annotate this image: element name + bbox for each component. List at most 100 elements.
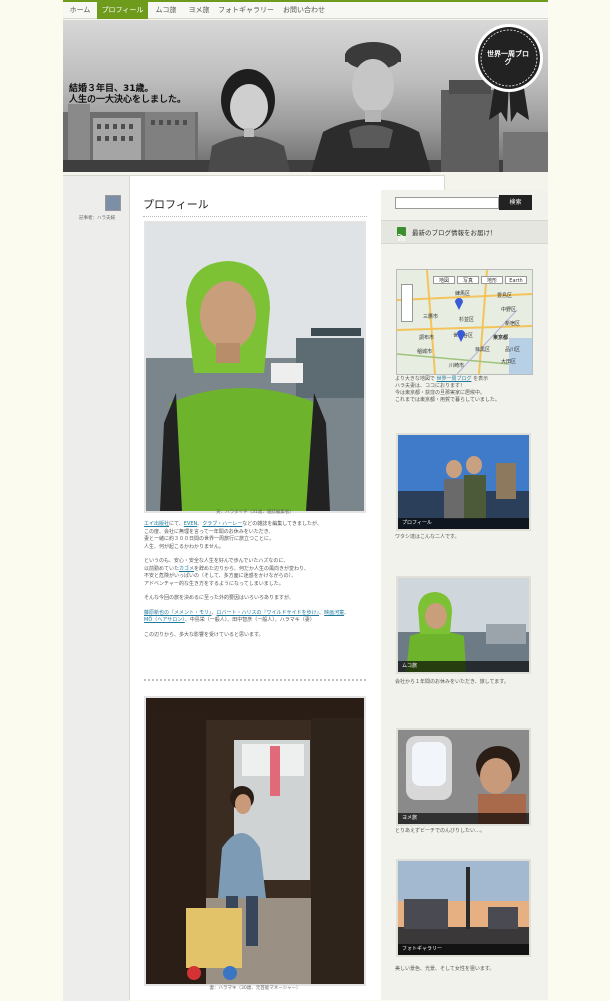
author-label: 記事者：ハラ夫婦 bbox=[79, 216, 115, 221]
map-label: 新宿区 bbox=[505, 321, 521, 327]
wife-photo-image bbox=[146, 698, 364, 984]
right-sidebar: 検索 最新のブログ情報をお届け！ 地図 写真 地形 Earth 練馬区 豊島区 … bbox=[381, 190, 548, 1000]
map-zoom-control[interactable] bbox=[401, 284, 413, 322]
rss-subscribe-bar[interactable]: 最新のブログ情報をお届け！ bbox=[381, 220, 548, 244]
map-tab-photo[interactable]: 写真 bbox=[457, 276, 479, 284]
tagline-line-1: 結婚３年目、31歳。 bbox=[69, 84, 154, 94]
man-photo bbox=[311, 42, 431, 172]
location-map[interactable]: 地図 写真 地形 Earth 練馬区 豊島区 中野区 三鷹市 杉並区 新宿区 世… bbox=[396, 269, 533, 375]
yome-tabi-thumb[interactable]: ヨメ旅 bbox=[396, 728, 531, 826]
text-fragment: などの雑誌を編集してきましたが、 bbox=[242, 521, 322, 527]
paragraph-4: 藤原新也の『メメント・モリ』、ロバート・ハリスの『ワイルドサイドを歩け』、映画河… bbox=[144, 610, 366, 625]
global-nav: ホーム プロフィール ムコ旅 ヨメ旅 フォトギャラリー お問い合わせ bbox=[63, 0, 548, 19]
husband-photo bbox=[144, 221, 366, 513]
header-banner[interactable]: 結婚３年目、31歳。 人生の一大決心をしました。 世界一周ブログ bbox=[63, 20, 548, 172]
profile-thumb[interactable]: プロフィール bbox=[396, 433, 531, 531]
text-line: 今は東京都・荻窪の旦那実家に居候中。 bbox=[395, 390, 486, 396]
nav-muko-tabi[interactable]: ムコ旅 bbox=[151, 2, 181, 19]
nav-contact[interactable]: お問い合わせ bbox=[279, 2, 329, 19]
photo-gallery-thumb-image bbox=[398, 861, 529, 955]
paragraph-1: エイ出版社にて、EVEN、クラブ・ハーレーなどの雑誌を編集してきましたが、 この… bbox=[144, 521, 366, 551]
rss-icon bbox=[397, 227, 406, 242]
text-line: アドベンチャー的な生き方をするようになってしまいました。 bbox=[144, 580, 284, 587]
left-meta-column: 記事者：ハラ夫婦 bbox=[63, 175, 129, 1001]
text-fragment: にて、 bbox=[169, 521, 184, 527]
profile-body: エイ出版社にて、EVEN 、 クラブ・ハーレーなどの雑誌を編集してきましたが、 この… bbox=[144, 521, 366, 639]
link-kagome[interactable]: カゴメ bbox=[179, 566, 194, 572]
link-even[interactable]: EVEN bbox=[184, 521, 197, 527]
link-ei-publishing[interactable]: エイ出版社 bbox=[144, 521, 169, 527]
thumb-caption: とりあえずビーチでのんびりしたい…。 bbox=[395, 828, 486, 834]
text-fragment: 以前勤めていた bbox=[144, 565, 180, 572]
text-fragment: 、中島栄（一般人）、田中智彦（一般人）、ハラマキ（妻） bbox=[184, 617, 315, 623]
map-tab-earth[interactable]: Earth bbox=[505, 276, 527, 284]
husband-photo-image bbox=[146, 223, 364, 511]
search-input[interactable] bbox=[395, 197, 499, 209]
link-club-harley[interactable]: クラブ・ハーレー bbox=[202, 521, 242, 527]
search-button[interactable]: 検索 bbox=[499, 195, 532, 210]
nav-home[interactable]: ホーム bbox=[65, 2, 95, 19]
nav-photo-gallery[interactable]: フォトギャラリー bbox=[217, 2, 275, 19]
thumb-caption: ワタシ達はこんな二人です。 bbox=[395, 534, 460, 540]
author-avatar bbox=[105, 195, 121, 211]
header-tagline: 結婚３年目、31歳。 人生の一大決心をしました。 bbox=[69, 84, 186, 106]
text-line: これまでは東京都・用賀で暮らしていました。 bbox=[395, 397, 500, 403]
text-line: というのも、安心・安全な人生を好んで歩んでいたハズなのに、 bbox=[144, 558, 289, 564]
thumb-label: ヨメ旅 bbox=[398, 813, 529, 824]
map-label: 目黒区 bbox=[475, 347, 491, 353]
thumb-label: プロフィール bbox=[398, 518, 529, 529]
text-line: 妻と一緒に約３００日間の世界一周旅行に旅立つことに。 bbox=[144, 536, 275, 542]
text-fragment: より大きな地図で bbox=[395, 376, 437, 382]
yome-tabi-thumb-image bbox=[398, 730, 529, 824]
text-fragment: を辞めた辺りから、何だか人生の風向きが変わり、 bbox=[194, 565, 309, 572]
husband-photo-caption: 夫：ハラダイチ（31歳、雑誌編集者） bbox=[216, 510, 294, 515]
rss-label: 最新のブログ情報をお届け！ bbox=[412, 229, 497, 237]
map-label: 大田区 bbox=[501, 359, 517, 365]
link-wild-side[interactable]: ロバート・ハリスの『ワイルドサイドを歩け』 bbox=[217, 610, 320, 616]
text-line: 不安と危険がいっぱいの（そして、多方面に迷惑をかけながらの）、 bbox=[144, 573, 297, 579]
text-fragment: を表示 bbox=[471, 376, 489, 382]
map-label: 杉並区 bbox=[459, 317, 475, 323]
text-line: 人生、何が起こるかわかりません。 bbox=[144, 543, 224, 550]
tagline-line-2: 人生の一大決心をしました。 bbox=[69, 95, 187, 105]
map-label: 品川区 bbox=[505, 347, 521, 353]
text-line: ハラ夫妻は、ココにおります！ bbox=[395, 383, 466, 389]
wife-photo bbox=[144, 696, 366, 986]
muko-tabi-thumb-image bbox=[398, 578, 529, 672]
paragraph-3: そんな今回の旅を決めるに至った外的要因はいろいろありますが、 bbox=[144, 595, 294, 601]
logo-title: 世界一周ブログ bbox=[487, 50, 529, 66]
nav-profile[interactable]: プロフィール bbox=[97, 2, 148, 19]
rss-icon-glyph bbox=[397, 234, 405, 242]
map-marker-icon[interactable] bbox=[457, 330, 465, 342]
map-tab-terrain[interactable]: 地形 bbox=[481, 276, 503, 284]
muko-tabi-thumb[interactable]: ムコ旅 bbox=[396, 576, 531, 674]
link-eiga-kappa[interactable]: 映画河童 bbox=[324, 610, 344, 616]
link-larger-map[interactable]: 世界一周ブログ bbox=[437, 376, 472, 382]
map-label: 中野区 bbox=[501, 307, 517, 313]
wife-photo-caption: 妻：ハラマキ（30歳、元芸能マネージャー） bbox=[209, 986, 301, 991]
paragraph-2: というのも、安心・安全な人生を好んで歩んでいたハズなのに、 以前勤めていたカゴメ… bbox=[144, 558, 366, 588]
page-title: プロフィール bbox=[143, 196, 367, 217]
map-tab-map[interactable]: 地図 bbox=[433, 276, 455, 284]
text-line: この度、会社に無理を言って一年間のお休みをいただき、 bbox=[144, 528, 274, 535]
site-wrapper: ホーム プロフィール ムコ旅 ヨメ旅 フォトギャラリー お問い合わせ 結婚３年目… bbox=[63, 0, 548, 1001]
map-label: 川崎市 bbox=[449, 363, 465, 369]
nav-yome-tabi[interactable]: ヨメ旅 bbox=[184, 2, 214, 19]
map-label: 調布市 bbox=[419, 335, 435, 341]
map-label: 三鷹市 bbox=[423, 314, 439, 320]
link-mo-hair-salon[interactable]: MÖ（ヘアサロン） bbox=[144, 617, 185, 623]
map-label: 東京都 bbox=[493, 335, 509, 341]
site-logo-badge[interactable] bbox=[473, 22, 545, 122]
map-caption: より大きな地図で 世界一周ブログ を表示 ハラ夫妻は、ココにおります！ 今は東京… bbox=[395, 376, 535, 404]
thumb-label: ムコ旅 bbox=[398, 661, 529, 672]
map-label: 練馬区 bbox=[455, 291, 471, 297]
map-marker-icon[interactable] bbox=[455, 298, 463, 310]
profile-thumb-image bbox=[398, 435, 529, 529]
section-divider bbox=[144, 679, 366, 681]
paragraph-5: この辺りから、多大な影響を受けていると思います。 bbox=[144, 631, 264, 638]
woman-photo bbox=[208, 69, 290, 172]
photo-gallery-thumb[interactable]: フォトギャラリー bbox=[396, 859, 531, 957]
map-label: 豊島区 bbox=[497, 293, 513, 299]
thumb-caption: 会社から１年間のお休みをいただき、旅してます。 bbox=[395, 679, 509, 685]
link-memento-mori[interactable]: 藤原新也の『メメント・モリ』 bbox=[144, 610, 212, 616]
